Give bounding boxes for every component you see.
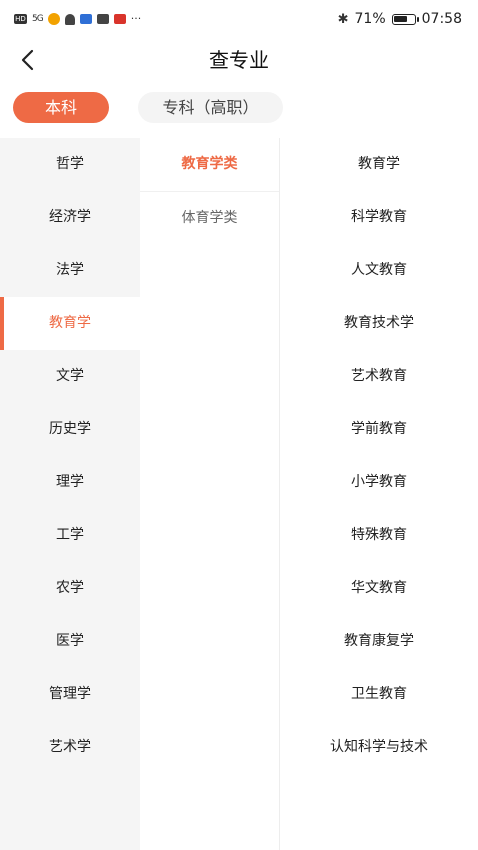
major-item[interactable]: 艺术教育 xyxy=(280,350,478,403)
header: 查专业 xyxy=(0,42,478,78)
bell-icon xyxy=(64,13,75,25)
tab-associate[interactable]: 专科（高职） xyxy=(138,92,283,123)
signal-icon: 5G xyxy=(32,14,44,24)
status-bar: HD 5G ··· ✱ 71% 07:58 xyxy=(0,0,478,42)
discipline-item[interactable]: 历史学 xyxy=(0,403,140,456)
bluetooth-icon: ✱ xyxy=(337,11,349,27)
category-item-active[interactable]: 教育学类 xyxy=(140,138,279,192)
major-item[interactable]: 特殊教育 xyxy=(280,509,478,562)
major-item[interactable]: 教育学 xyxy=(280,138,478,191)
degree-tabs: 本科 专科（高职） xyxy=(0,92,478,126)
battery-percent: 71% xyxy=(354,11,386,27)
discipline-item[interactable]: 管理学 xyxy=(0,668,140,721)
eye-icon xyxy=(47,13,60,25)
discipline-item[interactable]: 法学 xyxy=(0,244,140,297)
hd-icon: HD xyxy=(14,14,27,24)
major-item[interactable]: 华文教育 xyxy=(280,562,478,615)
app-red-icon xyxy=(113,14,126,24)
major-item[interactable]: 认知科学与技术 xyxy=(280,721,478,774)
major-item[interactable]: 科学教育 xyxy=(280,191,478,244)
discipline-item[interactable]: 理学 xyxy=(0,456,140,509)
page-title: 查专业 xyxy=(209,48,269,72)
major-item[interactable]: 小学教育 xyxy=(280,456,478,509)
status-icons-left: HD 5G ··· xyxy=(14,13,141,25)
major-item[interactable]: 人文教育 xyxy=(280,244,478,297)
discipline-item-active[interactable]: 教育学 xyxy=(0,297,140,350)
status-icons-right: ✱ 71% 07:58 xyxy=(338,11,462,27)
major-item[interactable]: 卫生教育 xyxy=(280,668,478,721)
major-item[interactable]: 教育康复学 xyxy=(280,615,478,668)
more-notifications-icon: ··· xyxy=(130,12,142,25)
major-list: 教育学 科学教育 人文教育 教育技术学 艺术教育 学前教育 小学教育 特殊教育 … xyxy=(280,138,478,850)
clock: 07:58 xyxy=(421,11,462,27)
major-item[interactable]: 教育技术学 xyxy=(280,297,478,350)
discipline-item[interactable]: 文学 xyxy=(0,350,140,403)
tab-bachelor[interactable]: 本科 xyxy=(13,92,109,123)
battery-fill xyxy=(394,16,407,22)
discipline-item[interactable]: 哲学 xyxy=(0,138,140,191)
category-item[interactable]: 体育学类 xyxy=(140,192,279,245)
discipline-item[interactable]: 农学 xyxy=(0,562,140,615)
discipline-item[interactable]: 艺术学 xyxy=(0,721,140,774)
major-item[interactable]: 学前教育 xyxy=(280,403,478,456)
battery-icon xyxy=(391,13,419,25)
app-dark-icon xyxy=(96,14,109,24)
discipline-item[interactable]: 经济学 xyxy=(0,191,140,244)
app-blue-icon xyxy=(79,14,92,24)
discipline-item[interactable]: 医学 xyxy=(0,615,140,668)
discipline-list: 哲学 经济学 法学 教育学 文学 历史学 理学 工学 农学 医学 管理学 艺术学 xyxy=(0,138,140,850)
category-list: 教育学类 体育学类 xyxy=(140,138,280,850)
discipline-item[interactable]: 工学 xyxy=(0,509,140,562)
